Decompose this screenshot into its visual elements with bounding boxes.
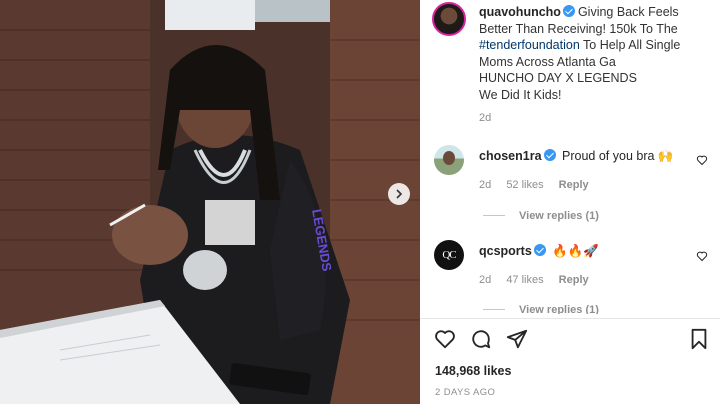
- author-avatar[interactable]: [432, 2, 466, 36]
- comment-icon[interactable]: [470, 328, 492, 350]
- author-username[interactable]: quavohuncho: [479, 5, 561, 19]
- verified-badge-icon: [562, 5, 575, 17]
- caption-line-5: HUNCHO DAY X LEGENDS: [479, 71, 637, 85]
- comment-item: chosen1ra Proud of you bra 🙌: [479, 148, 689, 164]
- comment-like-icon[interactable]: [696, 154, 708, 166]
- comment-item: qcsports 🔥🔥🚀: [479, 243, 689, 259]
- comment-username[interactable]: qcsports: [479, 244, 532, 258]
- view-replies-button[interactable]: View replies (1): [483, 304, 599, 314]
- comment-likes[interactable]: 52 likes: [506, 179, 543, 191]
- chevron-right-icon: [396, 189, 403, 199]
- post-side-panel: quavohuncho Giving Back Feels Better Than…: [420, 0, 720, 404]
- avatar-monogram: QC: [442, 249, 456, 261]
- next-image-button[interactable]: [388, 183, 410, 205]
- comment-meta: 2d 47 likes Reply: [479, 274, 601, 286]
- verified-badge-icon: [543, 149, 556, 161]
- post-timestamp: 2 DAYS AGO: [435, 387, 496, 398]
- post-age: 2d: [479, 112, 503, 124]
- bookmark-icon[interactable]: [688, 328, 710, 350]
- comment-age: 2d: [479, 179, 492, 191]
- caption-line-6: We Did It Kids!: [479, 87, 562, 102]
- comment-text: Proud of you bra: [562, 149, 655, 163]
- likes-count[interactable]: 148,968 likes: [435, 364, 511, 378]
- comment-username[interactable]: chosen1ra: [479, 149, 542, 163]
- commenter-avatar[interactable]: [434, 145, 464, 175]
- heart-icon[interactable]: [434, 328, 456, 350]
- caption-line-4: Moms Across Atlanta Ga: [479, 54, 616, 69]
- view-replies-button[interactable]: View replies (1): [483, 210, 599, 222]
- share-icon[interactable]: [506, 328, 528, 350]
- photo-illustration: LEGENDS: [0, 0, 420, 404]
- post-caption: quavohuncho Giving Back Feels Better Than…: [479, 4, 711, 103]
- comment-meta: 2d 52 likes Reply: [479, 179, 601, 191]
- comment-age: 2d: [479, 274, 492, 286]
- hashtag-link[interactable]: #tenderfoundation: [479, 38, 580, 52]
- caption-line-1: Giving Back Feels: [577, 5, 679, 19]
- verified-badge-icon: [533, 244, 546, 256]
- caption-line-2: Better Than Receiving! 150k To The: [479, 21, 678, 36]
- comment-emoji: 🔥🔥🚀: [552, 244, 599, 258]
- reply-button[interactable]: Reply: [559, 179, 589, 191]
- post-age-text: 2d: [479, 112, 492, 124]
- comment-like-icon[interactable]: [696, 250, 708, 262]
- comment-likes[interactable]: 47 likes: [506, 274, 543, 286]
- action-bar: [434, 328, 710, 352]
- caption-line-3: To Help All Single: [583, 38, 681, 52]
- reply-button[interactable]: Reply: [559, 274, 589, 286]
- divider: [420, 318, 720, 319]
- comment-emoji: 🙌: [657, 149, 674, 163]
- post-photo[interactable]: LEGENDS: [0, 0, 420, 404]
- commenter-avatar[interactable]: QC: [434, 240, 464, 270]
